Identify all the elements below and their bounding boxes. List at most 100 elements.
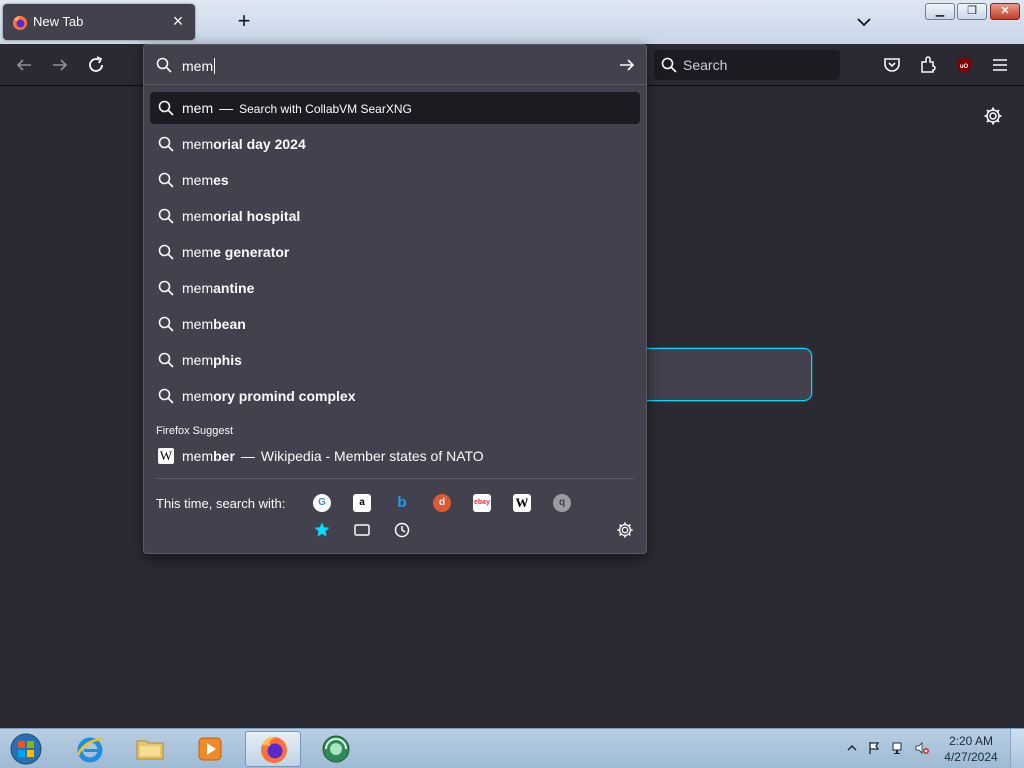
app-icon xyxy=(322,735,350,763)
minimize-button[interactable]: ▁ xyxy=(925,3,955,20)
suggestion-row[interactable]: memorial hospital xyxy=(150,200,640,232)
suggestion-typed: mem xyxy=(182,280,214,296)
suggestion-completion: ory promind complex xyxy=(213,388,356,404)
search-icon xyxy=(158,244,174,260)
go-arrow-icon[interactable] xyxy=(618,56,636,74)
suggestion-row[interactable]: memantine xyxy=(150,272,640,304)
wikipedia-icon: W xyxy=(158,448,174,464)
list-all-tabs-icon[interactable] xyxy=(855,13,873,31)
suggestion-typed: mem xyxy=(182,316,214,332)
search-icon xyxy=(158,388,174,404)
search-icon xyxy=(158,100,174,116)
ebay-icon[interactable]: ebay xyxy=(473,494,491,512)
taskbar-firefox[interactable] xyxy=(245,731,301,767)
divider xyxy=(156,478,634,479)
show-desktop-button[interactable] xyxy=(1010,729,1024,768)
duckduckgo-icon[interactable]: d xyxy=(433,494,451,512)
amazon-icon[interactable]: a xyxy=(353,494,371,512)
one-off-label: This time, search with: xyxy=(156,496,286,511)
extensions-icon[interactable] xyxy=(918,55,938,75)
back-arrow-icon xyxy=(16,59,31,71)
internet-explorer-icon xyxy=(76,737,103,763)
suggestion-completion: orial hospital xyxy=(213,208,301,224)
action-center-flag-icon[interactable] xyxy=(867,741,881,755)
reload-icon xyxy=(89,56,103,72)
suggestion-typed: mem xyxy=(182,136,214,152)
search-icon xyxy=(158,136,174,152)
search-icon xyxy=(158,352,174,368)
restore-button[interactable]: ❐ xyxy=(957,3,987,20)
search-settings-gear-icon[interactable] xyxy=(616,521,634,539)
reload-button[interactable] xyxy=(84,53,108,77)
screen: New Tab × + ▁ ❐ ✕ Search uO mem mem — Se… xyxy=(0,0,1024,768)
separator-dash: — xyxy=(219,100,234,116)
clock-time: 2:20 AM xyxy=(948,734,994,748)
start-button[interactable] xyxy=(0,731,52,767)
suggestion-row[interactable]: memorial day 2024 xyxy=(150,128,640,160)
volume-muted-icon[interactable] xyxy=(915,741,929,755)
suggestion-typed: mem xyxy=(182,388,214,404)
clock-date: 4/27/2024 xyxy=(944,750,998,764)
suggest-completion: ber xyxy=(213,448,235,464)
suggestion-typed: mem xyxy=(182,208,214,224)
tabs-icon[interactable] xyxy=(353,521,371,539)
pocket-icon[interactable] xyxy=(882,55,902,75)
searxng-icon[interactable]: q xyxy=(553,494,571,512)
firefox-suggest-label: Firefox Suggest xyxy=(156,425,234,437)
forward-arrow-icon xyxy=(53,59,68,71)
history-icon[interactable] xyxy=(393,521,411,539)
bookmarks-icon[interactable] xyxy=(313,521,331,539)
taskbar-media-player[interactable] xyxy=(182,731,238,767)
system-clock[interactable]: 2:20 AM 4/27/2024 xyxy=(940,733,1002,765)
close-tab-icon[interactable]: × xyxy=(169,12,187,30)
tab-new-tab[interactable]: New Tab × xyxy=(3,4,195,40)
suggestion-row[interactable]: memphis xyxy=(150,344,640,376)
search-placeholder: Search xyxy=(683,57,728,73)
search-bar[interactable]: Search xyxy=(654,50,840,80)
personalize-gear-icon[interactable] xyxy=(983,106,1003,126)
suggestion-completion: e generator xyxy=(213,244,290,260)
search-icon xyxy=(158,172,174,188)
newtab-search-box[interactable] xyxy=(640,348,812,401)
tab-strip: New Tab × + ▁ ❐ ✕ xyxy=(0,0,1024,44)
ublock-origin-icon[interactable]: uO xyxy=(954,55,974,75)
hamburger-menu-icon[interactable] xyxy=(990,55,1010,75)
show-hidden-icons-icon[interactable] xyxy=(845,741,859,755)
network-icon[interactable] xyxy=(891,741,905,755)
suggestion-completion: orial day 2024 xyxy=(213,136,306,152)
suggestion-completion: bean xyxy=(213,316,246,332)
taskbar-app[interactable] xyxy=(308,731,364,767)
search-icon xyxy=(158,280,174,296)
firefox-icon xyxy=(261,736,287,763)
firefox-suggest-row[interactable]: W member — Wikipedia - Member states of NA… xyxy=(150,440,640,472)
new-tab-button[interactable]: + xyxy=(234,10,254,32)
wikipedia-icon[interactable]: W xyxy=(513,494,531,512)
back-button[interactable] xyxy=(12,53,36,77)
google-icon[interactable]: G xyxy=(313,494,331,512)
suggestion-row[interactable]: memes xyxy=(150,164,640,196)
taskbar-explorer[interactable] xyxy=(122,731,178,767)
suggestion-row[interactable]: memory promind complex xyxy=(150,380,640,412)
forward-button[interactable] xyxy=(48,53,72,77)
suggestion-row[interactable]: membean xyxy=(150,308,640,340)
tab-title: New Tab xyxy=(33,14,84,29)
search-icon xyxy=(158,316,174,332)
suggestion-completion: antine xyxy=(213,280,255,296)
svg-text:uO: uO xyxy=(960,64,969,70)
suggestion-typed: mem xyxy=(182,352,214,368)
search-icon xyxy=(156,57,172,73)
suggestion-text: mem xyxy=(182,100,214,116)
bing-icon[interactable]: b xyxy=(393,494,411,512)
url-input-value: mem xyxy=(182,58,216,74)
windows-start-icon xyxy=(10,733,42,765)
taskbar-internet-explorer[interactable] xyxy=(62,731,118,767)
close-window-button[interactable]: ✕ xyxy=(990,3,1020,20)
suggestion-row-search-with[interactable]: mem — Search with CollabVM SearXNG xyxy=(150,92,640,124)
url-input[interactable]: mem xyxy=(144,45,646,85)
separator-dash: — xyxy=(240,448,255,464)
folder-icon xyxy=(136,740,164,760)
suggestion-completion: es xyxy=(213,172,229,188)
urlbar-popup: mem mem — Search with CollabVM SearXNG mem… xyxy=(143,44,647,554)
suggestion-row[interactable]: meme generator xyxy=(150,236,640,268)
search-icon xyxy=(158,208,174,224)
